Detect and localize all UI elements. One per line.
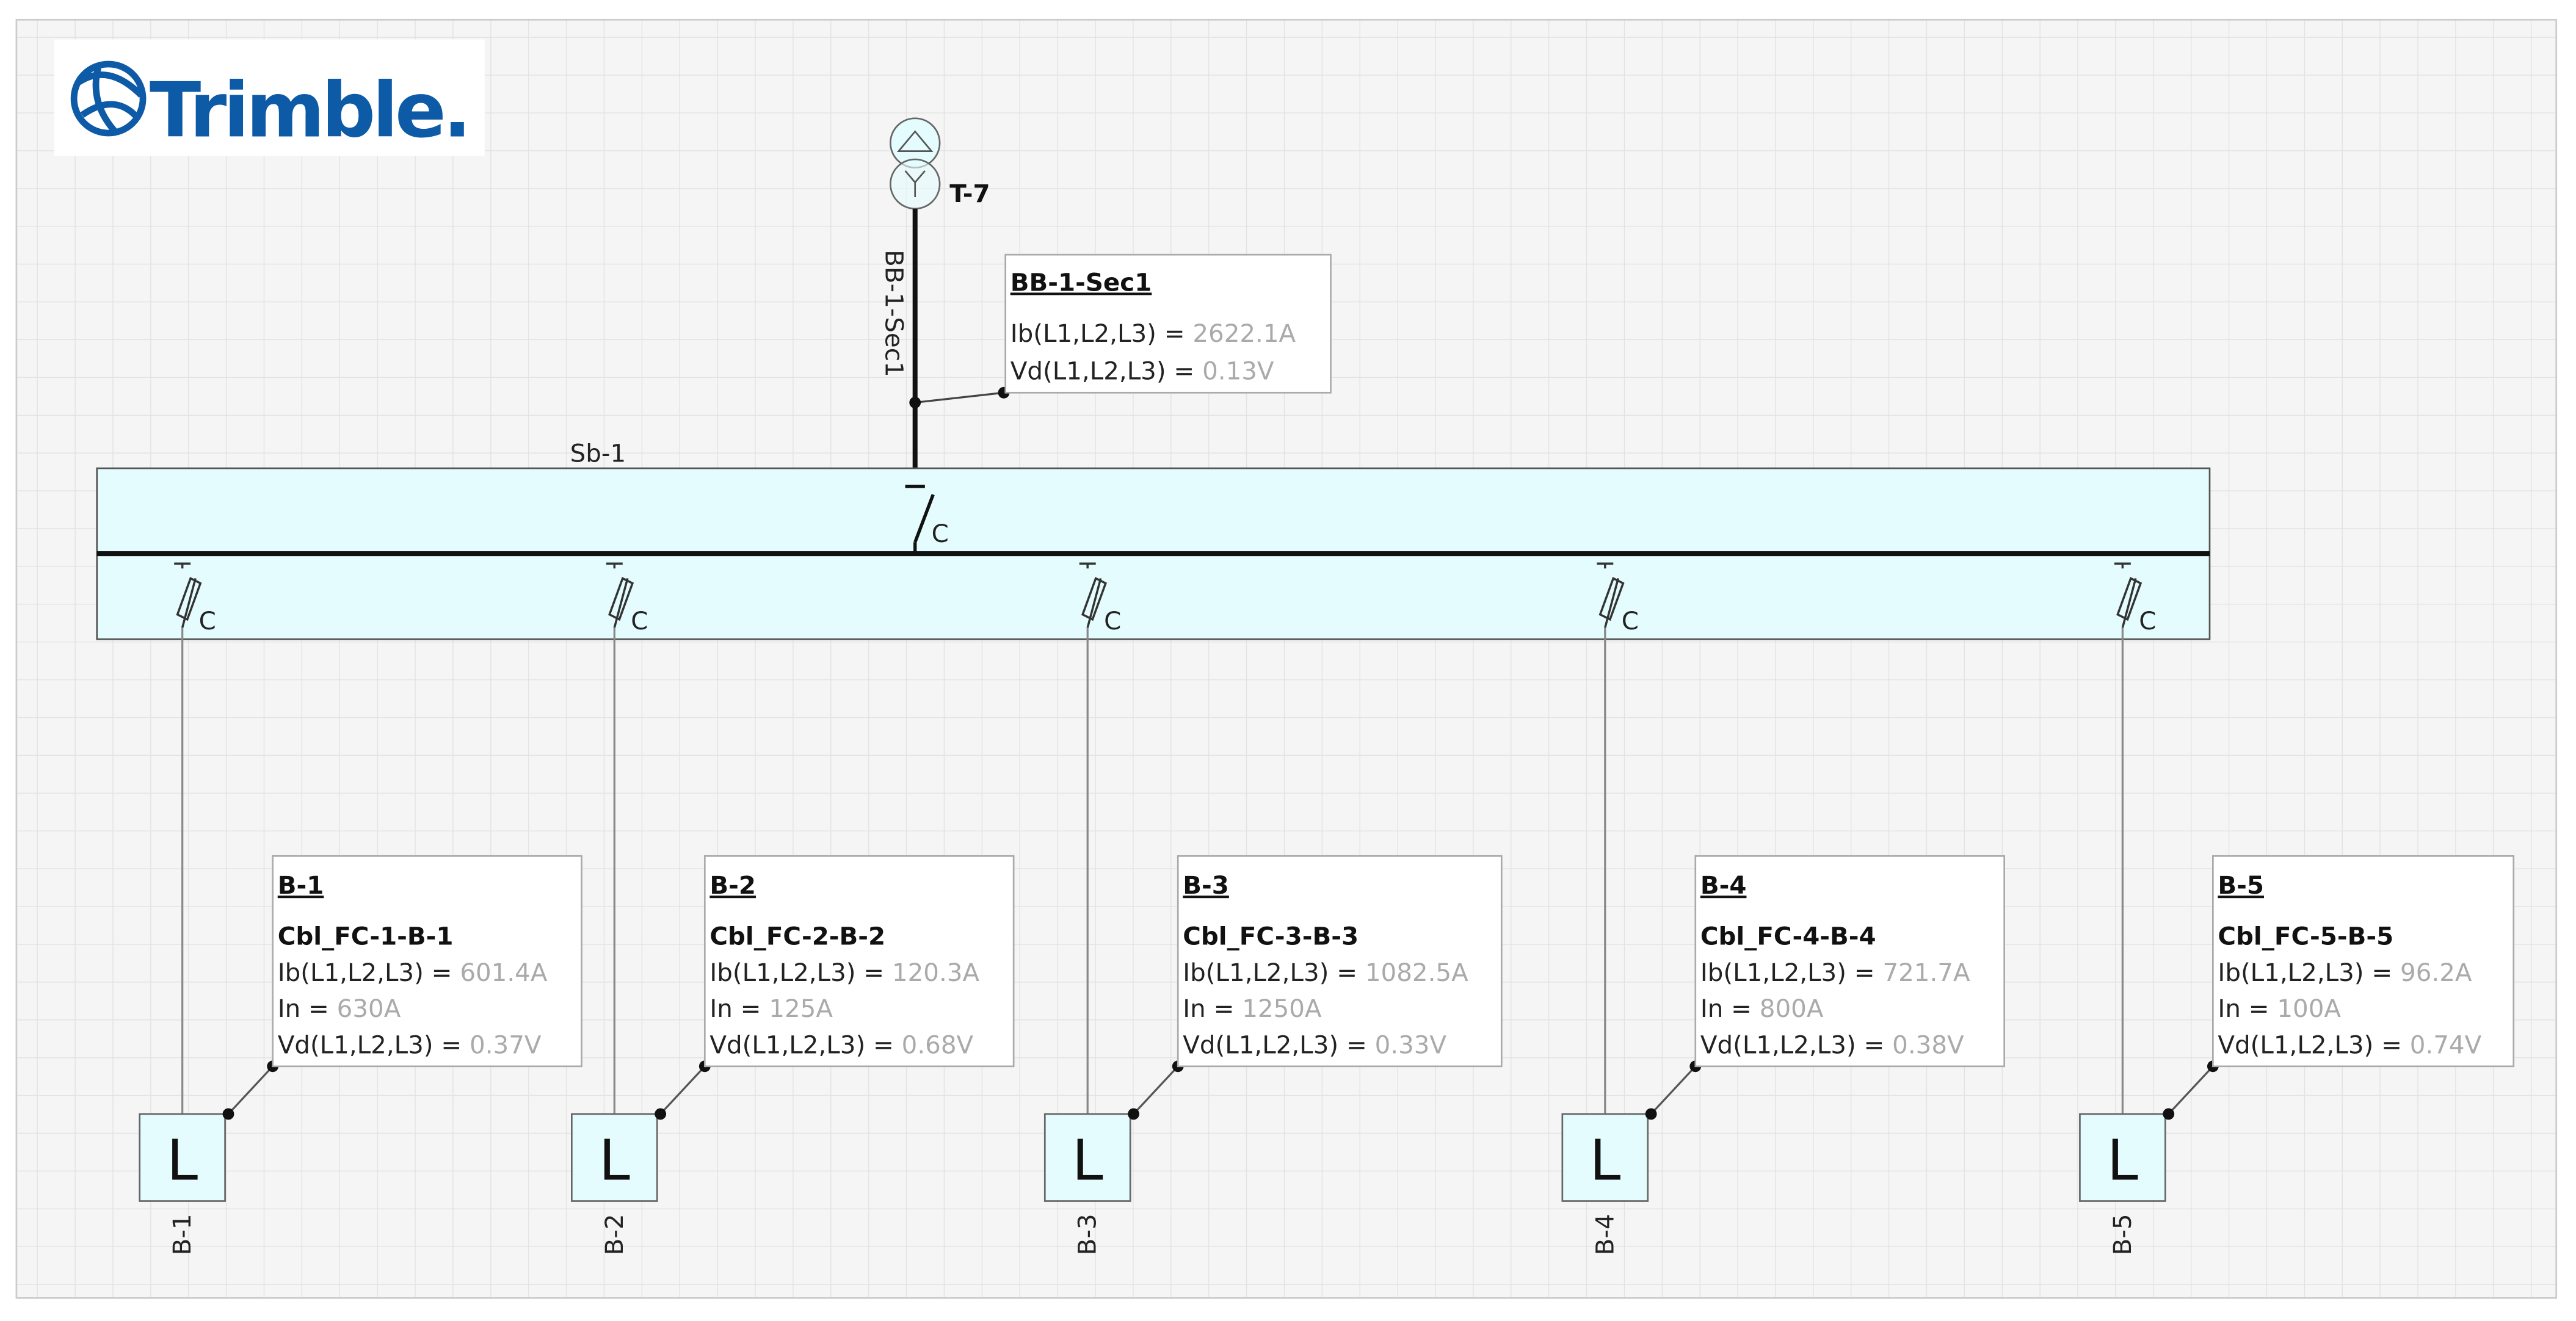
- info-ib: Ib(L1,L2,L3) = 721.7A: [1700, 958, 1970, 987]
- info-vd: Vd(L1,L2,L3) = 0.37V: [278, 1030, 542, 1059]
- load-symbol: L: [2107, 1128, 2138, 1193]
- trimble-logo: Trimble.: [54, 39, 485, 156]
- cable-name: Cbl_FC-1-B-1: [278, 922, 454, 951]
- leader-dot: [655, 1108, 667, 1120]
- leader-dot: [222, 1108, 234, 1120]
- busbar-label: BB-1-Sec1: [879, 250, 908, 377]
- info-vd: Vd(L1,L2,L3) = 0.74V: [2218, 1030, 2481, 1059]
- info-vd: Vd(L1,L2,L3) = 0.38V: [1700, 1030, 1964, 1059]
- cable-name: Cbl_FC-3-B-3: [1183, 922, 1359, 951]
- info-title: B-4: [1700, 871, 1747, 900]
- info-title: B-1: [278, 871, 324, 900]
- busbar-ib: Ib(L1,L2,L3) = 2622.1A: [1010, 319, 1296, 348]
- info-in: In = 800A: [1700, 994, 1824, 1023]
- leader-dot: [1645, 1108, 1657, 1120]
- info-vd: Vd(L1,L2,L3) = 0.68V: [709, 1030, 973, 1059]
- load-symbol: L: [599, 1128, 630, 1193]
- load-box[interactable]: L: [1561, 1113, 1649, 1202]
- info-vd: Vd(L1,L2,L3) = 0.33V: [1183, 1030, 1446, 1059]
- info-title: B-3: [1183, 871, 1229, 900]
- info-in: In = 100A: [2218, 994, 2341, 1023]
- load-box[interactable]: L: [571, 1113, 658, 1202]
- leader-dot: [2163, 1108, 2175, 1120]
- load-label: B-5: [2108, 1214, 2137, 1255]
- info-title: B-5: [2218, 871, 2264, 900]
- info-ib: Ib(L1,L2,L3) = 601.4A: [278, 958, 548, 987]
- load-info-box[interactable]: B-5 Cbl_FC-5-B-5 Ib(L1,L2,L3) = 96.2A In = …: [2212, 855, 2515, 1068]
- main-switch-label: C: [932, 519, 949, 548]
- load-box[interactable]: L: [139, 1113, 226, 1202]
- info-in: In = 630A: [278, 994, 401, 1023]
- leader-dot: [1128, 1108, 1139, 1120]
- load-info-box[interactable]: B-3 Cbl_FC-3-B-3 Ib(L1,L2,L3) = 1082.5A In …: [1177, 855, 1503, 1068]
- load-symbol: L: [167, 1128, 198, 1193]
- info-in: In = 1250A: [1183, 994, 1322, 1023]
- load-label: B-3: [1073, 1214, 1102, 1255]
- switchboard-label: Sb-1: [570, 439, 626, 468]
- load-info-box[interactable]: B-2 Cbl_FC-2-B-2 Ib(L1,L2,L3) = 120.3A In =…: [703, 855, 1015, 1068]
- busbar-info-box[interactable]: BB-1-Sec1 Ib(L1,L2,L3) = 2622.1A Vd(L1,L…: [1004, 253, 1332, 394]
- info-in: In = 125A: [709, 994, 833, 1023]
- fuse-label: C: [2139, 607, 2156, 635]
- logo-text: Trimble.: [150, 67, 468, 154]
- load-box[interactable]: L: [1043, 1113, 1131, 1202]
- fuse-label: C: [1622, 607, 1639, 635]
- cable-name: Cbl_FC-5-B-5: [2218, 922, 2393, 951]
- cable-name: Cbl_FC-4-B-4: [1700, 922, 1876, 951]
- fuse-label: C: [631, 607, 648, 635]
- load-info-box[interactable]: B-1 Cbl_FC-1-B-1 Ib(L1,L2,L3) = 601.4A In =…: [272, 855, 582, 1068]
- single-line-diagram: Trimble. T-7 BB-1-Sec1 BB-1-Sec1 Ib(L1,L…: [15, 18, 2558, 1299]
- info-ib: Ib(L1,L2,L3) = 120.3A: [709, 958, 979, 987]
- load-label: B-2: [600, 1214, 629, 1255]
- load-label: B-1: [168, 1214, 197, 1255]
- load-symbol: L: [1072, 1128, 1103, 1193]
- leader-dot: [909, 397, 921, 408]
- load-box[interactable]: L: [2079, 1113, 2166, 1202]
- fuse-label: C: [1104, 607, 1121, 635]
- info-title: B-2: [709, 871, 756, 900]
- load-info-box[interactable]: B-4 Cbl_FC-4-B-4 Ib(L1,L2,L3) = 721.7A In =…: [1694, 855, 2005, 1068]
- info-ib: Ib(L1,L2,L3) = 1082.5A: [1183, 958, 1468, 987]
- fuse-label: C: [199, 607, 216, 635]
- load-symbol: L: [1589, 1128, 1620, 1193]
- info-ib: Ib(L1,L2,L3) = 96.2A: [2218, 958, 2472, 987]
- cable-name: Cbl_FC-2-B-2: [709, 922, 885, 951]
- transformer-label: T-7: [949, 179, 990, 208]
- load-label: B-4: [1591, 1214, 1619, 1255]
- busbar-vd: Vd(L1,L2,L3) = 0.13V: [1010, 357, 1274, 386]
- busbar-info-title: BB-1-Sec1: [1010, 268, 1152, 297]
